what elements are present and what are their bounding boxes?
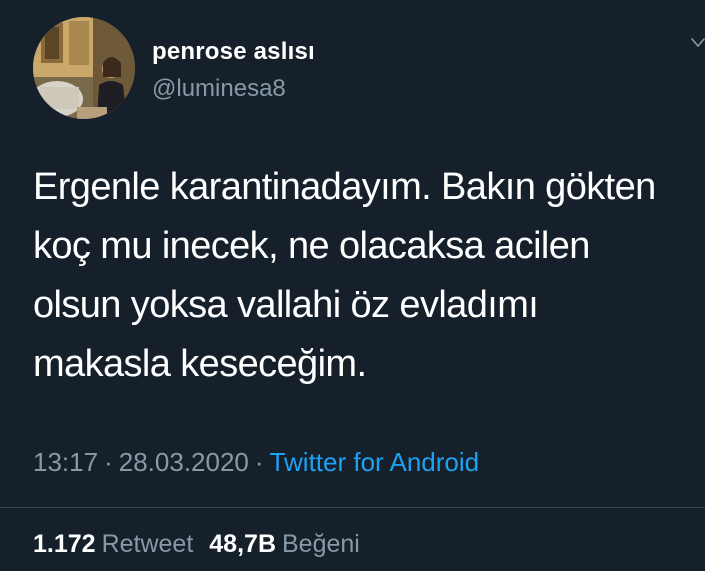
tweet-metadata: 13:17 · 28.03.2020 · Twitter for Android: [33, 447, 479, 478]
tweet-stats: 1.172 Retweet 48,7B Beğeni: [33, 530, 360, 559]
divider: [0, 507, 705, 508]
tweet-text: Ergenle karantinadayım. Bakın gökten koç…: [33, 166, 656, 385]
tweet-detail: penrose aslısı @luminesa8 Ergenle karant…: [0, 0, 705, 571]
avatar-photo: [33, 17, 135, 119]
like-stat[interactable]: 48,7B Beğeni: [209, 530, 360, 558]
avatar[interactable]: [33, 17, 135, 119]
separator: ·: [254, 447, 264, 477]
separator: ·: [104, 447, 113, 477]
retweet-count: 1.172: [33, 530, 96, 558]
tweet-time: 13:17: [33, 447, 99, 477]
display-name[interactable]: penrose aslısı: [152, 38, 315, 66]
chevron-down-icon[interactable]: [691, 36, 705, 50]
tweet-source-link[interactable]: Twitter for Android: [270, 447, 480, 477]
user-handle[interactable]: @luminesa8: [152, 75, 286, 103]
retweet-label: Retweet: [101, 530, 194, 558]
like-count: 48,7B: [209, 530, 276, 558]
tweet-date: 28.03.2020: [118, 447, 249, 477]
retweet-stat[interactable]: 1.172 Retweet: [33, 530, 193, 558]
like-label: Beğeni: [282, 530, 360, 558]
